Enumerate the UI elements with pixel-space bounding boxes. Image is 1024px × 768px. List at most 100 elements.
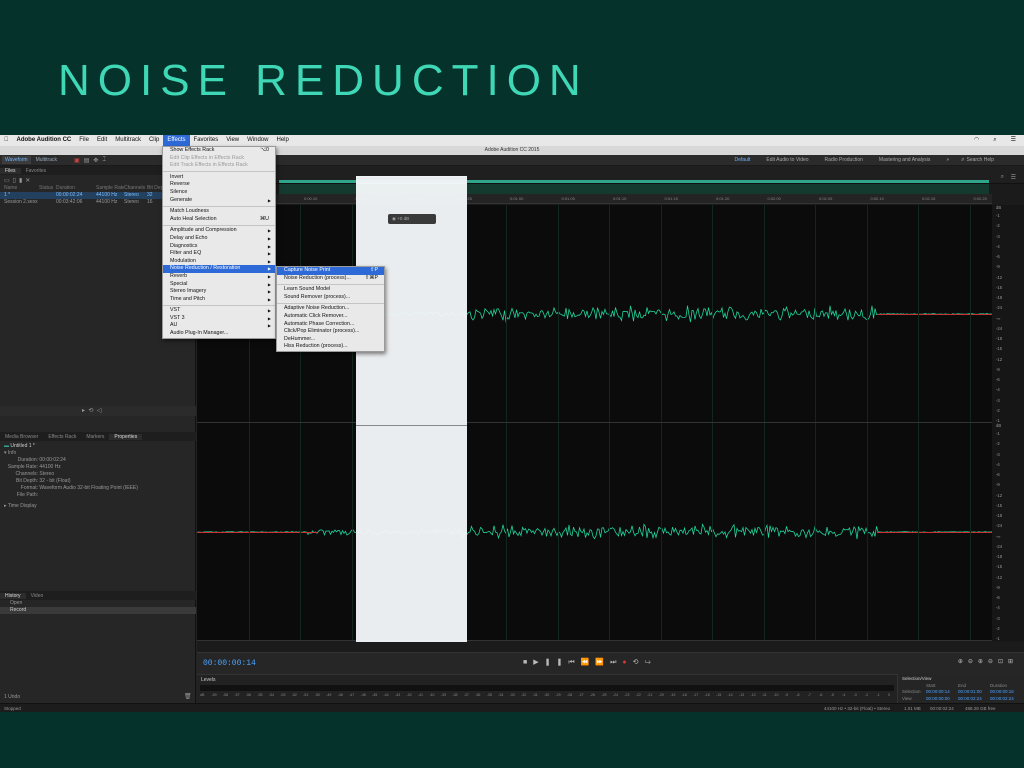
menu-item-au[interactable]: AU ▶ <box>163 322 275 330</box>
stop-icon[interactable]: ■ <box>523 659 533 666</box>
go-end-icon[interactable]: ⏭ <box>610 659 622 666</box>
close-file-icon[interactable]: ✕ <box>25 177 30 184</box>
menu-view[interactable]: View <box>222 135 243 146</box>
menu-favorites[interactable]: Favorites <box>190 135 223 146</box>
submenu-item-click-pop-eliminator-process[interactable]: Click/Pop Eliminator (process)... <box>277 328 384 336</box>
new-file-icon[interactable]: ▯ <box>13 177 16 184</box>
selection-end[interactable]: 00:00:01:00 <box>958 689 982 694</box>
submenu-item-automatic-phase-correction[interactable]: Automatic Phase Correction... <box>277 321 384 329</box>
col-name[interactable]: Name <box>4 185 39 192</box>
tab-history[interactable]: History <box>0 592 26 599</box>
history-item[interactable]: Open <box>0 600 196 607</box>
menu-item-generate[interactable]: Generate ▶ <box>163 197 275 205</box>
history-item[interactable]: Record <box>0 607 196 614</box>
menu-item-audio-plug-in-manager[interactable]: Audio Plug-In Manager... <box>163 330 275 338</box>
menu-item-special[interactable]: Special ▶ <box>163 281 275 289</box>
selection-duration[interactable]: 00:00:00:16 <box>990 689 1014 694</box>
menu-item-auto-heal-selection[interactable]: Auto Heal Selection ⌘U <box>163 216 275 224</box>
view-duration[interactable]: 00:00:02:24 <box>990 696 1014 701</box>
tab-video[interactable]: Video <box>26 593 49 599</box>
workspace-radio-production[interactable]: Radio Production <box>825 157 863 163</box>
loop-icon[interactable]: ⟲ <box>88 408 93 414</box>
submenu-item-automatic-click-remover[interactable]: Automatic Click Remover... <box>277 313 384 321</box>
overview-bar[interactable]: ☰ ⌕ <box>197 166 1024 184</box>
pause-icon[interactable]: ❚❚ <box>545 659 569 666</box>
submenu-item-sound-remover-process[interactable]: Sound Remover (process)... <box>277 294 384 302</box>
zoom-icon[interactable]: ⌕ <box>1001 174 1004 181</box>
volume-knob-icon[interactable]: ◉ <box>392 216 396 221</box>
submenu-item-capture-noise-print[interactable]: Capture Noise Print ⇧P <box>277 267 384 275</box>
menu-item-stereo-imagery[interactable]: Stereo Imagery ▶ <box>163 288 275 296</box>
rewind-icon[interactable]: ⏪ <box>581 659 596 666</box>
menu-window[interactable]: Window <box>243 135 272 146</box>
insert-icon[interactable]: ▮ <box>19 177 22 184</box>
search-help-input[interactable]: Search Help <box>966 157 994 163</box>
waveform-view-button[interactable]: Waveform <box>2 156 31 164</box>
submenu-item-adaptive-noise-reduction[interactable]: Adaptive Noise Reduction... <box>277 305 384 313</box>
menu-item-filter-and-eq[interactable]: Filter and EQ ▶ <box>163 250 275 258</box>
menu-clip[interactable]: Clip <box>145 135 163 146</box>
tab-files[interactable]: Files <box>0 167 21 174</box>
go-start-icon[interactable]: ⏮ <box>568 659 580 666</box>
menu-item-delay-and-echo[interactable]: Delay and Echo ▶ <box>163 235 275 243</box>
menu-item-vst[interactable]: VST ▶ <box>163 307 275 315</box>
menu-effects[interactable]: Effects <box>163 135 190 146</box>
menu-item-vst-3[interactable]: VST 3 ▶ <box>163 315 275 323</box>
fast-forward-icon[interactable]: ⏩ <box>595 659 610 666</box>
skip-icon[interactable]: ↪ <box>645 659 657 666</box>
pitch-icon[interactable]: ▤ <box>84 157 90 164</box>
time-display-section[interactable]: ▸ Time Display <box>0 503 196 510</box>
menu-item-show-effects-rack[interactable]: Show Effects Rack ⌥0 <box>163 147 275 155</box>
zoom-selection-icon[interactable]: ⊞ <box>1008 659 1018 665</box>
hud-volume[interactable]: ◉ +0 dB <box>388 214 436 224</box>
selection-start[interactable]: 00:00:00:14 <box>926 689 950 694</box>
menu-item-silence[interactable]: Silence <box>163 189 275 197</box>
zoom-full-icon[interactable]: ⊡ <box>998 659 1008 665</box>
spectral-icon[interactable]: ▣ <box>74 157 80 164</box>
play-icon[interactable]: ▶ <box>533 659 544 666</box>
menu-file[interactable]: File <box>75 135 93 146</box>
menu-item-invert[interactable]: Invert <box>163 174 275 182</box>
selection-region[interactable] <box>356 176 467 642</box>
tab-markers[interactable]: Markers <box>81 434 109 440</box>
zoom-in-amplitude-icon[interactable]: ⊕ <box>958 659 968 665</box>
overview-menu-icon[interactable]: ☰ <box>1011 174 1016 181</box>
submenu-item-hiss-reduction-process[interactable]: Hiss Reduction (process)... <box>277 343 384 351</box>
workspace-default[interactable]: Default <box>735 157 751 163</box>
tab-properties[interactable]: Properties <box>109 433 143 440</box>
menu-item-reverse[interactable]: Reverse <box>163 181 275 189</box>
col-sample-rate[interactable]: Sample Rate <box>96 185 124 192</box>
loop-icon[interactable]: ⟲ <box>633 659 645 666</box>
list-icon[interactable]: ☰ <box>1007 135 1020 146</box>
wifi-icon[interactable]: ◠ <box>970 135 983 146</box>
menu-item-diagnostics[interactable]: Diagnostics ▶ <box>163 243 275 251</box>
zoom-out-amplitude-icon[interactable]: ⊖ <box>968 659 978 665</box>
menu-item-noise-reduction-restoration[interactable]: Noise Reduction / Restoration ▶ <box>163 265 275 273</box>
menu-item-match-loudness[interactable]: Match Loudness <box>163 208 275 216</box>
menu-item-reverb[interactable]: Reverb ▶ <box>163 273 275 281</box>
channel-right[interactable] <box>197 423 992 641</box>
multitrack-view-button[interactable]: Multitrack <box>33 156 60 164</box>
menu-item-modulation[interactable]: Modulation ▶ <box>163 258 275 266</box>
zoom-in-time-icon[interactable]: ⊕ <box>978 659 988 665</box>
record-icon[interactable]: ● <box>622 659 632 666</box>
info-section[interactable]: ▾ Info <box>0 450 196 457</box>
menu-help[interactable]: Help <box>272 135 292 146</box>
play-preview-icon[interactable]: ▸ <box>82 408 85 414</box>
tab-media-browser[interactable]: Media Browser <box>0 434 43 440</box>
app-menu[interactable]: Adobe Audition CC <box>13 135 76 146</box>
col-channels[interactable]: Channels <box>124 185 147 192</box>
tab-effects-rack[interactable]: Effects Rack <box>43 434 81 440</box>
move-tool-icon[interactable]: ✥ <box>93 157 98 164</box>
workspace-edit-audio-to-video[interactable]: Edit Audio to Video <box>766 157 808 163</box>
zoom-out-time-icon[interactable]: ⊖ <box>988 659 998 665</box>
tab-favorites[interactable]: Favorites <box>21 168 52 174</box>
menu-item-time-and-pitch[interactable]: Time and Pitch ▶ <box>163 296 275 304</box>
trash-icon[interactable]: 🗑 <box>184 693 192 700</box>
view-start[interactable]: 00:00:00:00 <box>926 696 950 701</box>
submenu-item-noise-reduction-process[interactable]: Noise Reduction (process)... ⇧⌘P <box>277 275 384 283</box>
menu-edit[interactable]: Edit <box>93 135 111 146</box>
autoplay-icon[interactable]: ◁ <box>97 408 102 414</box>
menu-item-amplitude-and-compression[interactable]: Amplitude and Compression ▶ <box>163 227 275 235</box>
submenu-item-learn-sound-model[interactable]: Learn Sound Model <box>277 286 384 294</box>
